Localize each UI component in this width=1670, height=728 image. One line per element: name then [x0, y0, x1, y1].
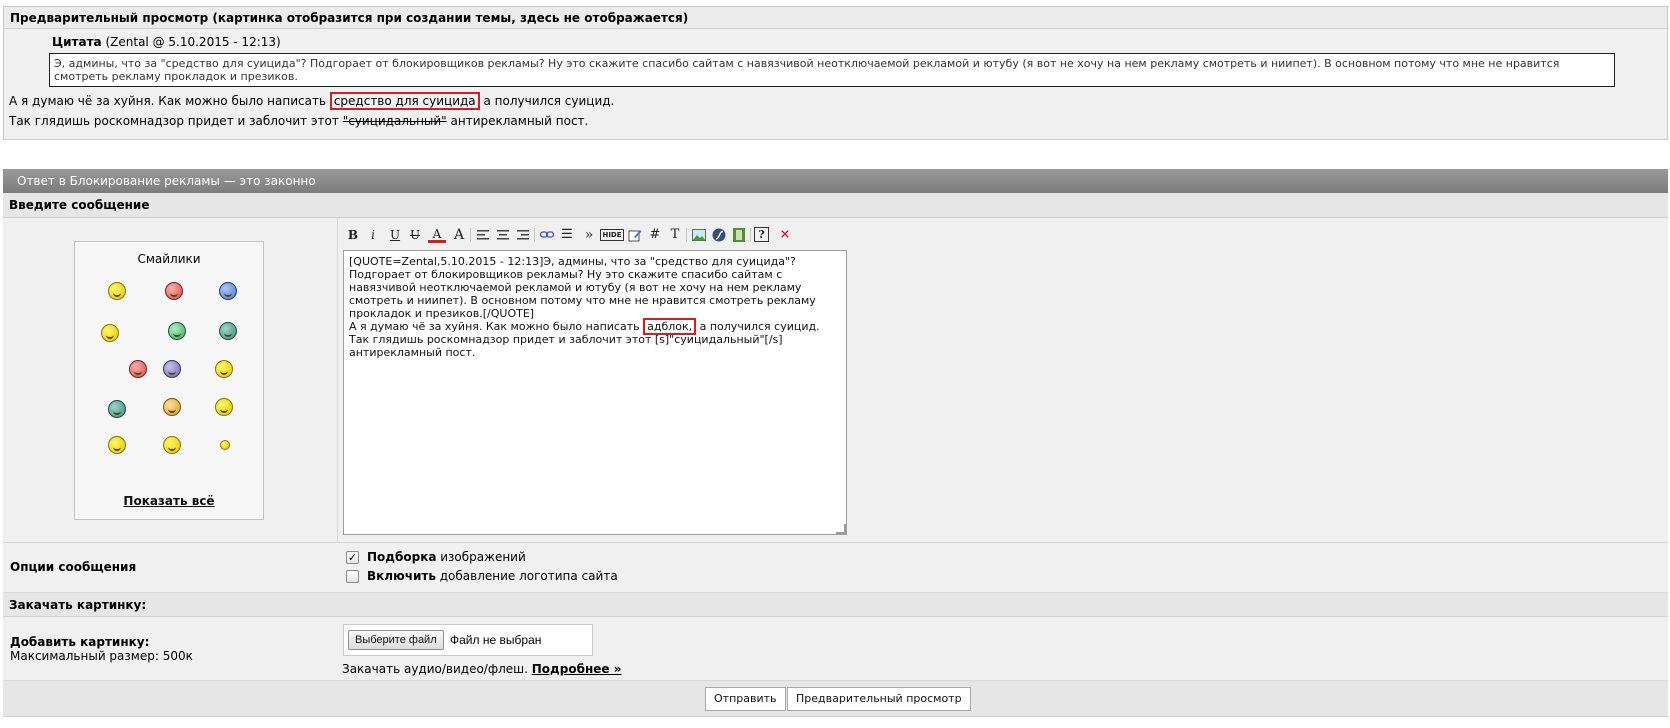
enter-message-header: Введите сообщение: [3, 193, 1668, 218]
help-button[interactable]: ?: [754, 227, 769, 242]
list-button[interactable]: ☰: [558, 225, 576, 245]
strikethrough-button[interactable]: U: [406, 225, 424, 245]
close-icon[interactable]: ×: [776, 225, 794, 245]
sick-smiley-icon[interactable]: [108, 400, 126, 418]
file-input: Выберите файл Файл не выбран: [343, 624, 593, 656]
preview-line-2-start: Так глядишь роскомнадзор придет и заблоч…: [9, 114, 343, 128]
cold-smiley-icon[interactable]: [219, 282, 237, 300]
underline-button[interactable]: U: [386, 225, 404, 245]
more-info-link[interactable]: Подробнее »: [532, 662, 622, 676]
struck-word: "суицидальный": [342, 114, 447, 128]
options-label: Опции сообщения: [10, 560, 137, 574]
quote-meta: (Zental @ 5.10.2015 - 12:13): [105, 35, 281, 49]
font-color-button[interactable]: A: [428, 225, 446, 243]
resize-handle[interactable]: [836, 524, 846, 534]
preview-button[interactable]: Предварительный просмотр: [787, 687, 971, 711]
align-left-icon[interactable]: [474, 225, 492, 245]
smilies-panel: Смайлики Показать всё: [74, 241, 264, 520]
gallery-option-bold: Подборка: [367, 550, 437, 564]
star-smiley-icon[interactable]: [220, 440, 230, 450]
preview-line-2-end: антирекламный пост.: [446, 114, 589, 128]
ghost-smiley-icon[interactable]: [163, 360, 181, 378]
quote-label: Цитата: [52, 35, 102, 49]
upload-row: [3, 617, 1668, 681]
reply-title-bar: Ответ в Блокирование рекламы — это закон…: [3, 169, 1668, 193]
upload-header: Закачать картинку:: [3, 593, 1668, 617]
smilies-title: Смайлики: [137, 252, 201, 266]
text-button[interactable]: T: [666, 225, 684, 245]
alien-smiley-icon[interactable]: [168, 322, 186, 340]
quote-title: Цитата (Zental @ 5.10.2015 - 12:13): [52, 35, 281, 49]
hide-label: HIDE: [600, 229, 624, 241]
thinking-smiley-icon[interactable]: [101, 324, 119, 342]
bat-smiley-icon[interactable]: [215, 360, 233, 378]
show-all-smilies-link[interactable]: Показать всё: [75, 494, 263, 508]
preview-line-1: А я думаю чё за хуйня. Как можно было на…: [9, 92, 615, 110]
upload-label-block: Добавить картинку: Максимальный размер: …: [10, 635, 193, 663]
hide-button[interactable]: HIDE: [600, 225, 624, 245]
choose-file-button[interactable]: Выберите файл: [348, 630, 444, 650]
align-center-icon[interactable]: [494, 225, 512, 245]
link-icon[interactable]: [538, 225, 556, 245]
file-status: Файл не выбран: [450, 633, 542, 647]
font-size-button[interactable]: A: [450, 225, 468, 245]
eyes-smiley-icon[interactable]: [219, 322, 237, 340]
dance-smiley-icon[interactable]: [215, 398, 233, 416]
edit-icon[interactable]: [626, 225, 644, 245]
dart-smiley-icon[interactable]: [129, 360, 147, 378]
preview-line-1-start: А я думаю чё за хуйня. Как можно было на…: [9, 94, 330, 108]
gallery-option: Подборка изображений: [367, 550, 526, 564]
message-textarea[interactable]: [QUOTE=Zental,5.10.2015 - 12:13]Э, админ…: [343, 250, 847, 535]
preview-header: Предварительный просмотр (картинка отобр…: [4, 7, 1667, 29]
submit-button[interactable]: Отправить: [705, 687, 786, 711]
gallery-checkbox[interactable]: ✓: [346, 551, 359, 564]
hash-button[interactable]: #: [646, 225, 664, 245]
image-icon[interactable]: [690, 225, 708, 245]
idea-smiley-icon[interactable]: [108, 436, 126, 454]
bold-button[interactable]: B: [344, 225, 362, 245]
video-icon[interactable]: [730, 225, 748, 245]
toolbar-separator: [750, 228, 751, 242]
toolbar-separator: [470, 228, 471, 242]
love-smiley-icon[interactable]: [165, 282, 183, 300]
gallery-option-rest: изображений: [436, 550, 526, 564]
flash-icon[interactable]: [710, 225, 728, 245]
highlighted-phrase: средство для суицида: [329, 92, 480, 110]
logo-checkbox[interactable]: [346, 570, 359, 583]
more-button[interactable]: »: [580, 225, 598, 245]
laugh-smiley-icon[interactable]: [163, 436, 181, 454]
clap-smiley-icon[interactable]: [163, 398, 181, 416]
logo-option: Включить добавление логотипа сайта: [367, 569, 618, 583]
italic-button[interactable]: i: [364, 225, 382, 245]
media-text: Закачать аудио/видео/флеш.: [342, 662, 532, 676]
editor-toolbar: B i U U A A ☰ » HIDE # T ? ×: [344, 225, 844, 247]
align-right-icon[interactable]: [514, 225, 532, 245]
preview-line-2: Так глядишь роскомнадзор придет и заблоч…: [9, 114, 588, 128]
quote-box: Э, админы, что за "средство для суицида"…: [49, 53, 1615, 87]
media-upload-line: Закачать аудио/видео/флеш. Подробнее »: [342, 662, 621, 676]
logo-option-bold: Включить: [367, 569, 436, 583]
preview-line-1-end: а получился суицид.: [479, 94, 615, 108]
cool-smiley-icon[interactable]: [108, 282, 126, 300]
add-image-label: Добавить картинку:: [10, 635, 150, 649]
logo-option-rest: добавление логотипа сайта: [435, 569, 618, 583]
max-size-text: Максимальный размер: 500к: [10, 649, 193, 663]
toolbar-separator: [534, 228, 535, 242]
toolbar-separator: [686, 228, 687, 242]
options-row: [3, 543, 1668, 593]
